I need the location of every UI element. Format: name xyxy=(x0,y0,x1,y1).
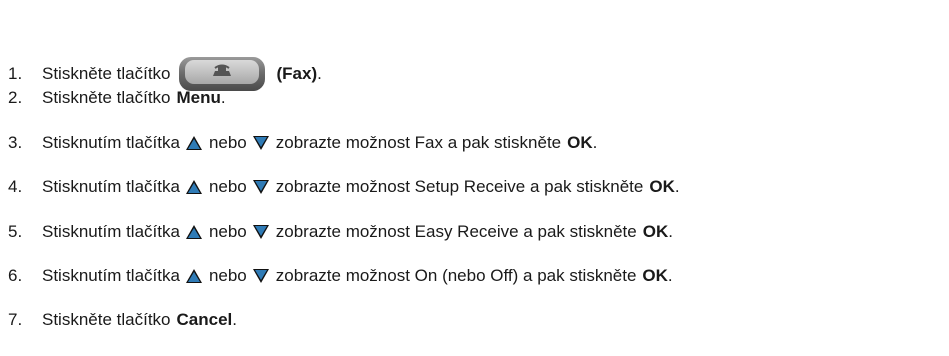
menu-key-label: Menu xyxy=(176,88,221,107)
step-end: . xyxy=(592,133,598,152)
step-end: . xyxy=(232,310,237,329)
step-end: . xyxy=(317,64,322,83)
step-5: 5. Stisknutím tlačítka nebo zobrazte mož… xyxy=(8,222,673,242)
step-number: 3. xyxy=(8,133,23,152)
step-number: 7. xyxy=(8,310,23,329)
step-text: Stiskněte tlačítko xyxy=(42,64,171,83)
step-3: 3. Stisknutím tlačítka nebo zobrazte mož… xyxy=(8,133,597,153)
ok-key-label: OK xyxy=(567,133,593,152)
step-text: Stisknutím tlačítka xyxy=(42,177,180,196)
down-arrow-icon xyxy=(252,180,269,194)
up-arrow-icon xyxy=(185,269,202,283)
step-end: . xyxy=(667,266,673,285)
step-7: 7. Stiskněte tlačítko Cancel . xyxy=(8,310,237,330)
down-arrow-icon xyxy=(252,269,269,283)
step-or: nebo xyxy=(208,133,247,152)
step-end: . xyxy=(668,222,673,241)
cancel-key-label: Cancel xyxy=(176,310,233,329)
step-6: 6. Stisknutím tlačítka nebo zobrazte mož… xyxy=(8,266,673,286)
step-text: Stisknutím tlačítka xyxy=(42,133,180,152)
up-arrow-icon xyxy=(185,225,202,239)
step-or: nebo xyxy=(208,266,247,285)
step-number: 6. xyxy=(8,266,23,285)
step-text: Stiskněte tlačítko xyxy=(42,310,171,329)
step-text: Stisknutím tlačítka xyxy=(42,222,180,241)
step-text: Stisknutím tlačítka xyxy=(42,266,180,285)
step-end: . xyxy=(220,88,226,107)
step-text-after: zobrazte možnost On (nebo Off) a pak sti… xyxy=(275,266,637,285)
down-arrow-icon xyxy=(252,136,269,150)
ok-key-label: OK xyxy=(642,266,668,285)
step-text-after: zobrazte možnost Easy Receive a pak stis… xyxy=(275,222,637,241)
fax-key-label: (Fax) xyxy=(276,64,318,83)
step-or: nebo xyxy=(208,177,247,196)
step-end: . xyxy=(674,177,680,196)
step-text-after: zobrazte možnost Fax a pak stiskněte xyxy=(275,133,562,152)
step-number: 1. xyxy=(8,64,23,83)
step-2: 2. Stiskněte tlačítko Menu . xyxy=(8,88,226,108)
step-number: 2. xyxy=(8,88,23,107)
step-number: 5. xyxy=(8,222,23,241)
ok-key-label: OK xyxy=(649,177,675,196)
up-arrow-icon xyxy=(185,180,202,194)
down-arrow-icon xyxy=(252,225,269,239)
ok-key-label: OK xyxy=(642,222,669,241)
step-text: Stiskněte tlačítko xyxy=(42,88,171,107)
step-number: 4. xyxy=(8,177,23,196)
step-4: 4. Stisknutím tlačítka nebo zobrazte mož… xyxy=(8,177,680,197)
step-or: nebo xyxy=(208,222,247,241)
up-arrow-icon xyxy=(185,136,202,150)
step-text-after: zobrazte možnost Setup Receive a pak sti… xyxy=(275,177,644,196)
